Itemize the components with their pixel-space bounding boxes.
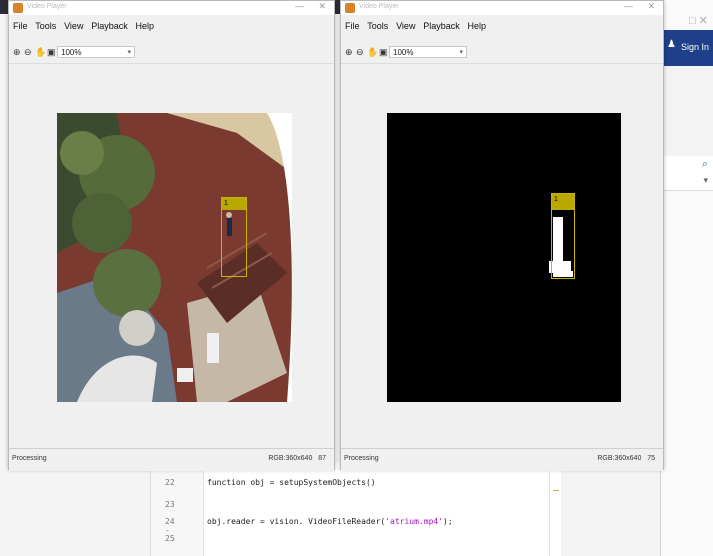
chevron-down-icon: ▾ bbox=[459, 49, 463, 56]
menu-file[interactable]: File bbox=[13, 19, 28, 33]
status-bar: Processing RGB:360x640 75 bbox=[341, 448, 663, 471]
line-number: 25 bbox=[165, 534, 175, 543]
zoom-toolbar: ⊕ ⊖ ✋ ▣ 100% ▾ bbox=[9, 41, 334, 64]
code-line[interactable]: 22 function obj = setupSystemObjects() bbox=[151, 478, 561, 494]
close-icon[interactable]: ✕ bbox=[318, 1, 326, 12]
menu-view[interactable]: View bbox=[64, 19, 83, 33]
menu-tools[interactable]: Tools bbox=[35, 19, 56, 33]
app-icon bbox=[345, 3, 355, 13]
status-text: Processing bbox=[12, 455, 47, 462]
frame-number: 75 bbox=[647, 455, 655, 462]
code-string: 'atrium.mp4' bbox=[385, 517, 444, 526]
tracking-bounding-box: 1 bbox=[551, 193, 575, 279]
frame-number: 87 bbox=[318, 455, 326, 462]
status-info: RGB:360x640 87 bbox=[268, 455, 326, 462]
code-line[interactable]: 24 - obj.reader = vision. VideoFileReade… bbox=[151, 517, 561, 535]
matlab-editor[interactable]: 22 function obj = setupSystemObjects() 2… bbox=[150, 462, 561, 556]
zoom-in-icon[interactable]: ⊕ bbox=[345, 47, 353, 58]
pan-icon[interactable]: ✋ bbox=[35, 47, 46, 58]
window-close-icon[interactable]: □ ✕ bbox=[689, 14, 708, 27]
atrium-scene bbox=[57, 113, 292, 402]
track-id-label: 1 bbox=[552, 194, 574, 210]
zoom-value: 100% bbox=[393, 48, 414, 57]
menu-tools[interactable]: Tools bbox=[367, 19, 388, 33]
sign-in-link[interactable]: Sign In bbox=[681, 42, 709, 52]
app-icon bbox=[13, 3, 23, 13]
code-text-prefix: obj.reader = vision. VideoFileReader( bbox=[207, 517, 386, 526]
zoom-out-icon[interactable]: ⊖ bbox=[24, 47, 32, 58]
code-text: obj.reader = vision. VideoFileReader('at… bbox=[207, 517, 453, 526]
frame-format: RGB:360x640 bbox=[597, 455, 642, 462]
menu-playback[interactable]: Playback bbox=[91, 19, 128, 33]
code-text: function obj = setupSystemObjects() bbox=[207, 478, 376, 487]
minimize-icon[interactable]: — bbox=[295, 1, 304, 11]
minimize-icon[interactable]: — bbox=[624, 1, 633, 11]
code-text-suffix: ); bbox=[443, 517, 453, 526]
track-id-label: 1 bbox=[222, 198, 246, 210]
code-line[interactable]: 25 bbox=[151, 534, 561, 550]
menu-help[interactable]: Help bbox=[136, 19, 155, 33]
video-frame: 1 bbox=[57, 113, 292, 402]
menu-help[interactable]: Help bbox=[468, 19, 487, 33]
frame-format: RGB:360x640 bbox=[268, 455, 313, 462]
matlab-side-panel bbox=[661, 66, 713, 157]
zoom-in-icon[interactable]: ⊕ bbox=[13, 47, 21, 58]
zoom-select[interactable]: 100% ▾ bbox=[57, 46, 135, 58]
menu-view[interactable]: View bbox=[396, 19, 415, 33]
window-title: Video Player bbox=[359, 3, 399, 10]
matlab-search-line[interactable]: ⌕ bbox=[661, 156, 713, 173]
menu-bar: File Tools View Playback Help bbox=[9, 19, 334, 33]
editor-margin-line bbox=[549, 462, 550, 556]
chevron-down-icon[interactable]: ▾ bbox=[703, 175, 708, 186]
matlab-toolbar: ♟ Sign In bbox=[661, 30, 713, 66]
tracking-bounding-box: 1 bbox=[221, 197, 247, 277]
line-number: 22 bbox=[165, 478, 175, 487]
fit-icon[interactable]: ▣ bbox=[379, 47, 388, 58]
video-player-window-left[interactable]: Video Player — ✕ File Tools View Playbac… bbox=[8, 0, 335, 471]
search-icon[interactable]: ⌕ bbox=[702, 158, 708, 171]
matlab-panel-row[interactable]: ▾ bbox=[661, 172, 713, 191]
zoom-toolbar: ⊕ ⊖ ✋ ▣ 100% ▾ bbox=[341, 41, 663, 64]
line-number: 23 bbox=[165, 500, 175, 509]
foreground-mask-frame: 1 bbox=[387, 113, 621, 402]
zoom-out-icon[interactable]: ⊖ bbox=[356, 47, 364, 58]
status-info: RGB:360x640 75 bbox=[597, 455, 655, 462]
matlab-right-pane: □ ✕ ♟ Sign In ⌕ ▾ bbox=[660, 0, 713, 556]
line-number: 24 - bbox=[165, 517, 175, 535]
title-bar[interactable]: Video Player — ✕ bbox=[9, 1, 334, 15]
code-line[interactable]: 23 bbox=[151, 500, 561, 516]
zoom-select[interactable]: 100% ▾ bbox=[389, 46, 467, 58]
zoom-value: 100% bbox=[61, 48, 82, 57]
editor-marker bbox=[553, 490, 559, 491]
video-canvas[interactable]: 1 bbox=[341, 64, 663, 444]
user-icon[interactable]: ♟ bbox=[667, 39, 676, 50]
title-bar[interactable]: Video Player — ✕ bbox=[341, 1, 663, 15]
close-icon[interactable]: ✕ bbox=[647, 1, 655, 12]
status-bar: Processing RGB:360x640 87 bbox=[9, 448, 334, 471]
chevron-down-icon: ▾ bbox=[127, 49, 131, 56]
menu-bar: File Tools View Playback Help bbox=[341, 19, 663, 33]
status-text: Processing bbox=[344, 455, 379, 462]
window-title: Video Player bbox=[27, 3, 67, 10]
menu-file[interactable]: File bbox=[345, 19, 360, 33]
fit-icon[interactable]: ▣ bbox=[47, 47, 56, 58]
video-player-window-right[interactable]: Video Player — ✕ File Tools View Playbac… bbox=[340, 0, 664, 471]
video-canvas[interactable]: 1 bbox=[9, 64, 334, 444]
menu-playback[interactable]: Playback bbox=[423, 19, 460, 33]
pan-icon[interactable]: ✋ bbox=[367, 47, 378, 58]
